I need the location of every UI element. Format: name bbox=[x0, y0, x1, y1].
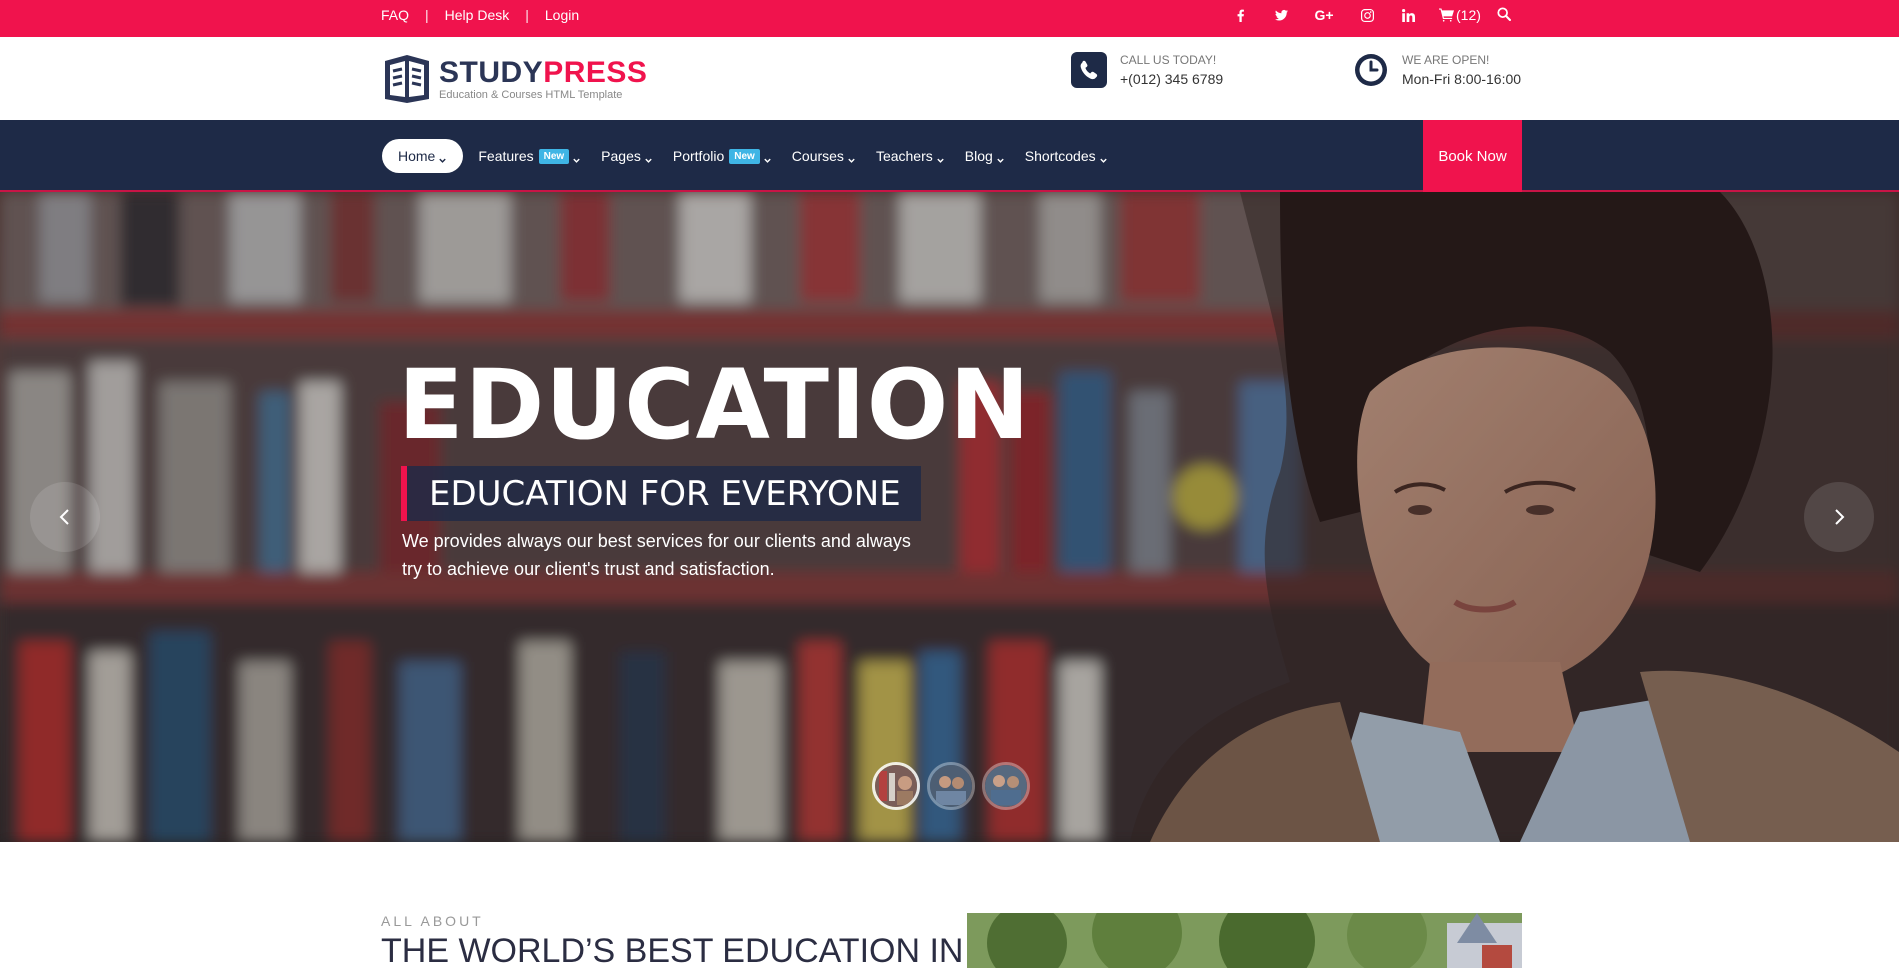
social-links: G+ (12) bbox=[1230, 0, 1511, 30]
nav-item-label: Teachers bbox=[875, 148, 933, 164]
chevron-down-icon bbox=[763, 152, 772, 163]
nav-item-home[interactable]: Home bbox=[382, 139, 464, 173]
nav-item-label: Home bbox=[398, 148, 436, 164]
chevron-down-icon bbox=[572, 152, 581, 163]
logo-part-press: PRESS bbox=[543, 55, 648, 89]
google-plus-icon[interactable]: G+ bbox=[1312, 5, 1336, 25]
cart-link[interactable]: (12) bbox=[1439, 7, 1481, 23]
new-badge: New bbox=[729, 148, 760, 164]
nav-item-label: Portfolio bbox=[672, 148, 725, 164]
main-nav: Home Features New Pages Portfolio New Co… bbox=[0, 120, 1899, 192]
nav-item-courses[interactable]: Courses bbox=[792, 139, 856, 173]
nav-item-label: Blog bbox=[964, 148, 993, 164]
search-icon[interactable] bbox=[1497, 6, 1511, 24]
top-links: FAQ | Help Desk | Login bbox=[381, 0, 579, 30]
hours-info: WE ARE OPEN! Mon-Fri 8:00-16:00 bbox=[1353, 52, 1521, 88]
slider-thumbnail[interactable] bbox=[927, 762, 975, 810]
top-bar: FAQ | Help Desk | Login G+ (12) bbox=[0, 0, 1899, 37]
cart-count: (12) bbox=[1456, 7, 1481, 23]
faq-link[interactable]: FAQ bbox=[381, 7, 409, 23]
instagram-icon[interactable] bbox=[1357, 5, 1377, 25]
site-logo[interactable]: STUDYPRESS Education & Courses HTML Temp… bbox=[381, 53, 647, 105]
phone-number[interactable]: +(012) 345 6789 bbox=[1120, 71, 1223, 87]
nav-menu: Home Features New Pages Portfolio New Co… bbox=[382, 138, 1128, 174]
chevron-right-icon bbox=[1835, 509, 1845, 525]
slider-next-button[interactable] bbox=[1804, 482, 1874, 552]
logo-part-study: STUDY bbox=[439, 55, 544, 89]
chevron-down-icon bbox=[438, 152, 447, 163]
chevron-down-icon bbox=[996, 152, 1005, 163]
nav-item-label: Pages bbox=[601, 148, 641, 164]
chevron-down-icon bbox=[1099, 152, 1108, 163]
help-desk-link[interactable]: Help Desk bbox=[445, 7, 510, 23]
slider-thumbnails bbox=[872, 762, 1037, 810]
about-image bbox=[967, 913, 1522, 968]
new-badge: New bbox=[538, 148, 570, 164]
hours-label: WE ARE OPEN! bbox=[1402, 53, 1490, 67]
nav-item-label: Features bbox=[478, 148, 534, 164]
slider-thumbnail[interactable] bbox=[982, 762, 1030, 810]
book-logo-icon bbox=[385, 55, 429, 103]
logo-wordmark: STUDYPRESS bbox=[439, 55, 648, 89]
separator: | bbox=[425, 7, 429, 23]
nav-item-blog[interactable]: Blog bbox=[965, 139, 1005, 173]
phone-icon bbox=[1071, 52, 1107, 88]
hero-slider: EDUCATION EDUCATION FOR EVERYONE We prov… bbox=[0, 192, 1899, 842]
chevron-down-icon bbox=[936, 152, 945, 163]
chevron-left-icon bbox=[59, 509, 69, 525]
facebook-icon[interactable] bbox=[1230, 5, 1250, 25]
linkedin-icon[interactable] bbox=[1398, 5, 1418, 25]
twitter-icon[interactable] bbox=[1271, 5, 1291, 25]
slider-thumbnail[interactable] bbox=[872, 762, 920, 810]
login-link[interactable]: Login bbox=[545, 7, 579, 23]
hours-value: Mon-Fri 8:00-16:00 bbox=[1402, 71, 1522, 87]
hero-description-line: try to achieve our client's trust and sa… bbox=[402, 559, 775, 579]
separator: | bbox=[525, 7, 529, 23]
book-now-button[interactable]: Book Now bbox=[1423, 120, 1522, 192]
nav-item-label: Courses bbox=[791, 148, 844, 164]
nav-item-label: Shortcodes bbox=[1024, 148, 1096, 164]
logo-tagline: Education & Courses HTML Template bbox=[439, 88, 623, 101]
cart-icon bbox=[1439, 8, 1454, 22]
section-title: THE WORLD’S BEST EDUCATION IN bbox=[381, 932, 964, 968]
clock-icon bbox=[1353, 52, 1389, 88]
nav-item-pages[interactable]: Pages bbox=[601, 139, 653, 173]
slider-prev-button[interactable] bbox=[30, 482, 100, 552]
call-label: CALL US TODAY! bbox=[1120, 53, 1217, 67]
nav-item-shortcodes[interactable]: Shortcodes bbox=[1025, 139, 1108, 173]
hero-description-line: We provides always our best services for… bbox=[402, 531, 911, 551]
hero-overlay bbox=[0, 192, 1899, 842]
section-eyebrow: ALL ABOUT bbox=[381, 913, 484, 929]
hero-description: We provides always our best services for… bbox=[402, 527, 922, 583]
nav-item-features[interactable]: Features New bbox=[478, 139, 581, 173]
chevron-down-icon bbox=[847, 152, 856, 163]
call-info: CALL US TODAY! +(012) 345 6789 bbox=[1071, 52, 1223, 88]
nav-item-portfolio[interactable]: Portfolio New bbox=[673, 139, 772, 173]
hero-title: EDUCATION bbox=[398, 349, 1031, 461]
chevron-down-icon bbox=[644, 152, 653, 163]
nav-item-teachers[interactable]: Teachers bbox=[876, 139, 945, 173]
hero-subtitle: EDUCATION FOR EVERYONE bbox=[401, 466, 921, 521]
site-header: STUDYPRESS Education & Courses HTML Temp… bbox=[0, 37, 1899, 120]
